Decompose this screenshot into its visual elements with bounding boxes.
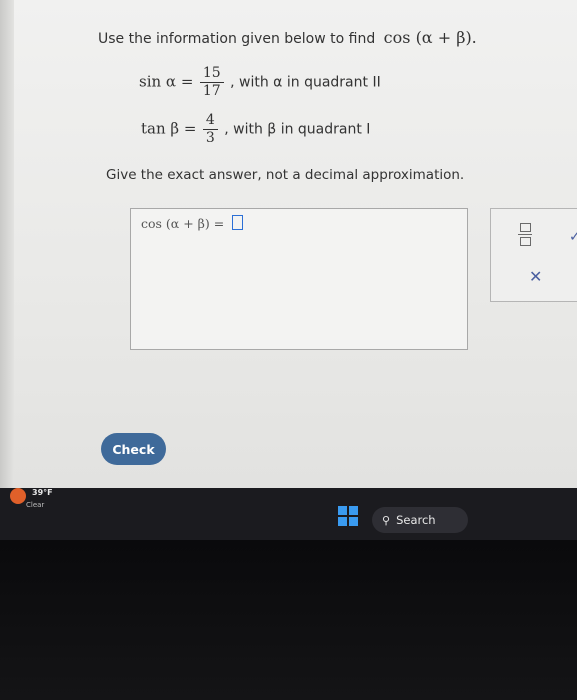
weather-icon [10,488,26,504]
given-tan-lhs: tan β = [141,119,197,138]
taskbar-search[interactable]: ⚲ Search [372,507,468,533]
given-sin: sin α = 15 17 , with α in quadrant II [139,65,381,100]
taskbar-search-label: Search [396,513,436,527]
answer-expression-label: cos (α + β) = [141,216,225,231]
weather-temperature: 39°F [32,488,53,497]
taskbar: 39°F Clear ⚲ Search [0,488,577,540]
question-prompt: Use the information given below to find [98,31,376,47]
instruction-text: Give the exact answer, not a decimal app… [106,167,465,183]
given-sin-suffix: , with α in quadrant II [230,74,381,91]
question-expression: cos (α + β). [383,28,477,47]
given-sin-numerator: 15 [199,65,224,83]
search-icon: ⚲ [382,513,391,527]
answer-input[interactable] [232,215,244,230]
math-tool-panel: ✓ ✕ [490,208,577,302]
windows-start-icon[interactable] [338,506,358,526]
fraction-icon[interactable] [518,223,532,246]
given-tan-numerator: 4 [202,112,218,130]
given-sin-lhs: sin α = [139,72,194,91]
answer-box[interactable]: cos (α + β) = [130,208,468,350]
given-sin-denominator: 17 [202,83,221,99]
given-tan-denominator: 3 [205,130,215,146]
screen-edge [0,0,14,488]
given-tan-fraction: 4 3 [202,112,218,147]
browser-page: Use the information given below to find … [0,0,577,488]
given-tan-suffix: , with β in quadrant I [224,121,371,138]
close-icon[interactable]: ✕ [529,269,542,285]
answer-expression: cos (α + β) = [141,215,244,231]
check-button[interactable]: Check [101,433,166,465]
question-text: Use the information given below to find … [98,28,477,47]
weather-condition: Clear [26,501,45,509]
given-tan: tan β = 4 3 , with β in quadrant I [141,112,370,147]
dark-background [0,540,577,700]
check-icon[interactable]: ✓ [569,229,577,245]
given-sin-fraction: 15 17 [199,65,224,100]
